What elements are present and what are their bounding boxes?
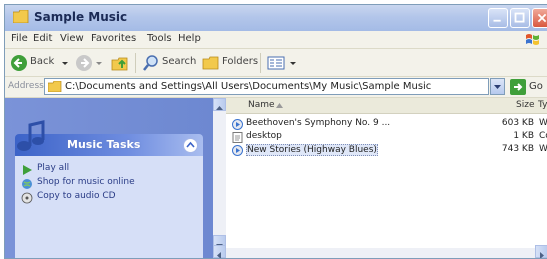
file-type: Conf [539,131,547,141]
chevron-left-icon [217,252,221,258]
scroll-left-button[interactable] [213,245,226,258]
music-tasks-body: Play all Shop for music online Copy to a… [15,156,203,258]
chevron-down-icon [494,85,501,89]
forward-dropdown-icon[interactable] [95,53,103,73]
file-size: 603 KB [501,118,534,128]
file-name: desktop [246,131,282,141]
folders-icon[interactable] [201,53,221,73]
menu-help[interactable]: Help [178,33,201,44]
toolbar: Back Search Folders [5,49,547,77]
maximize-button[interactable] [510,8,530,28]
column-size-label: Size [516,100,535,110]
title-bar[interactable]: Sample Music [5,5,547,31]
column-header-name[interactable]: Name [226,98,496,114]
search-icon[interactable] [141,53,161,73]
media-file-icon [232,119,243,130]
file-row[interactable]: desktop 1 KB Conf [226,131,547,144]
file-row[interactable]: Beethoven's Symphony No. 9 ... 603 KB Wi… [226,118,547,131]
forward-arrow-icon[interactable] [75,53,93,73]
address-label: Address [8,81,44,91]
search-button[interactable]: Search [162,56,196,67]
views-icon[interactable] [266,53,288,73]
column-type-label: Type [538,100,547,110]
close-icon [537,13,547,23]
menu-favorites[interactable]: Favorites [91,33,136,44]
collapse-tasks-button[interactable] [183,138,198,153]
music-tasks-title: Music Tasks [67,138,141,151]
back-button[interactable]: Back [30,56,54,67]
task-shop-online[interactable]: Shop for music online [37,177,135,187]
file-name: Beethoven's Symphony No. 9 ... [246,118,391,128]
file-size: 1 KB [513,131,534,141]
menu-edit[interactable]: Edit [33,33,52,44]
column-header-type[interactable]: Type [538,98,547,114]
folder-icon [48,81,62,92]
settings-file-icon [232,132,243,143]
scroll-right-button[interactable] [535,245,547,258]
minimize-button[interactable] [488,8,508,28]
toolbar-separator [135,53,136,73]
address-path: C:\Documents and Settings\All Users\Docu… [65,81,432,92]
windows-logo-icon [526,34,539,45]
explorer-window: Sample Music File Edit View Favorites To… [4,4,547,259]
column-header-size[interactable]: Size [496,98,538,114]
menu-bar: File Edit View Favorites Tools Help [5,31,547,49]
address-input[interactable]: C:\Documents and Settings\All Users\Docu… [44,78,489,95]
minimize-icon [493,19,501,22]
views-dropdown-icon[interactable] [289,53,297,73]
task-copy-to-cd[interactable]: Copy to audio CD [37,191,116,201]
file-row-selected[interactable]: New Stories (Highway Blues) 743 KB Wind [226,144,547,157]
file-size: 743 KB [501,144,534,154]
back-arrow-icon[interactable] [10,53,28,73]
cd-icon [21,192,33,204]
task-pane: Music Tasks Play all Shop for music onli… [5,98,213,258]
folders-button[interactable]: Folders [222,56,258,67]
toolbar-separator [260,53,261,73]
menu-tools[interactable]: Tools [147,33,172,44]
scroll-up-button[interactable] [213,98,226,111]
sort-arrow-icon [276,103,283,108]
menu-file[interactable]: File [11,33,28,44]
chevron-right-icon [540,252,544,258]
menu-view[interactable]: View [60,33,84,44]
play-icon [23,165,32,175]
column-name-label: Name [248,100,275,110]
media-file-icon [232,145,243,156]
go-arrow-icon[interactable] [510,79,526,95]
maximize-icon [514,12,525,23]
file-type: Wind [539,118,547,128]
file-name: New Stories (Highway Blues) [246,144,378,156]
file-list: Name Size Type Beethoven's Symphony No. … [226,98,547,258]
task-play-all[interactable]: Play all [37,163,69,173]
back-dropdown-icon[interactable] [61,53,69,73]
file-type: Wind [539,144,547,154]
task-pane-scrollbar[interactable] [213,98,226,248]
chevron-up-icon [186,141,195,148]
music-note-icon [17,120,45,151]
up-folder-icon[interactable] [110,53,130,73]
go-button[interactable]: Go [529,81,543,92]
close-button[interactable] [532,8,547,28]
content-area: Music Tasks Play all Shop for music onli… [5,98,547,258]
address-bar: Address C:\Documents and Settings\All Us… [5,77,547,98]
globe-icon [22,179,32,189]
window-title: Sample Music [34,10,128,24]
chevron-up-icon [216,106,223,110]
folder-icon [13,10,29,23]
address-dropdown-button[interactable] [490,78,505,95]
